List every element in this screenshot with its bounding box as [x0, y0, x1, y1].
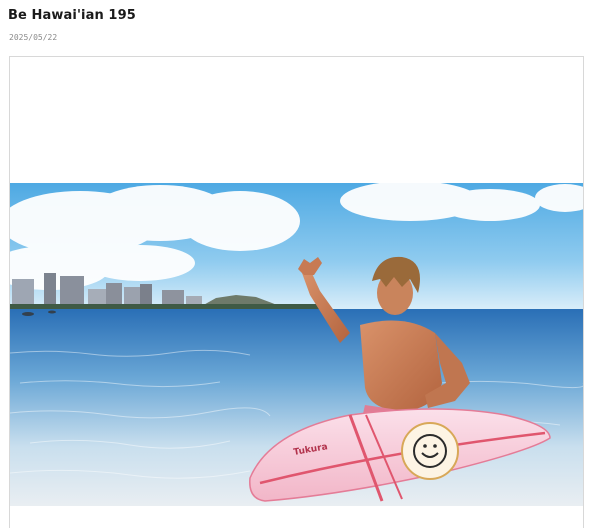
post-date: 2025/05/22	[9, 33, 58, 42]
post-title: Be Hawai'ian 195	[8, 8, 136, 23]
image-card: Tukura	[9, 56, 584, 528]
post-photo[interactable]: Tukura	[10, 183, 583, 506]
shoreline	[10, 304, 320, 309]
